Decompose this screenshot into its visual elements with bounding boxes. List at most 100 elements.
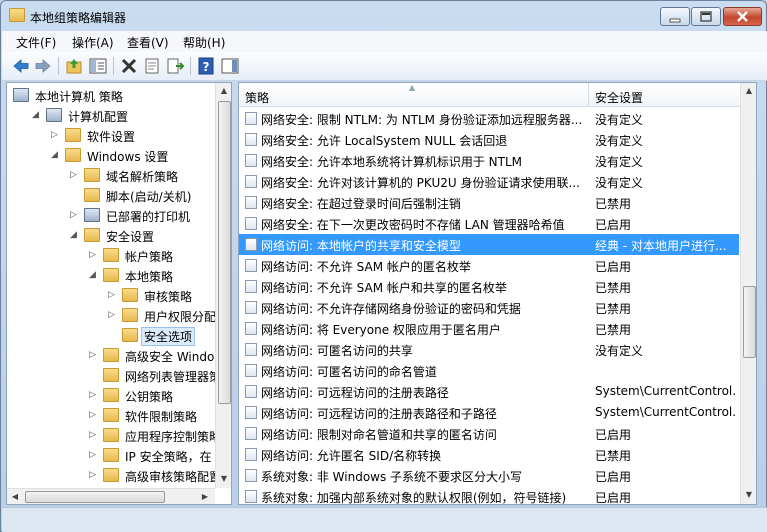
back-arrow-icon[interactable] [11, 56, 31, 76]
folder-lock-icon [103, 268, 119, 282]
list-vertical-scrollbar[interactable]: ▲ ▼ [740, 83, 756, 504]
menu-action[interactable]: 操作(A) [72, 34, 114, 51]
expand-arrow-icon[interactable]: ▷ [89, 450, 99, 460]
tree-vertical-scrollbar[interactable]: ▲ ▼ [215, 83, 231, 488]
table-row[interactable]: 网络访问: 不允许存储网络身份验证的密码和凭据 已禁用 [239, 297, 739, 318]
expand-arrow-icon[interactable]: ▷ [89, 390, 99, 400]
scroll-up-button[interactable]: ▲ [216, 83, 231, 99]
security-icon [84, 228, 100, 242]
properties-icon[interactable] [142, 56, 162, 76]
policy-name: 网络访问: 将 Everyone 权限应用于匿名用户 [261, 323, 501, 337]
table-row[interactable]: 网络访问: 限制对命名管道和共享的匿名访问 已启用 [239, 423, 739, 444]
expand-arrow-icon[interactable]: ▷ [89, 250, 99, 260]
table-row[interactable]: 网络安全: 允许 LocalSystem NULL 会话回退 没有定义 [239, 129, 739, 150]
gpedit-window: 本地组策略编辑器 文件(F) 操作(A) 查看(V) 帮助(H) ? 本地计算机… [0, 0, 767, 532]
table-row[interactable]: 网络访问: 允许匿名 SID/名称转换 已禁用 [239, 444, 739, 465]
no-arrow [108, 330, 118, 340]
table-row[interactable]: 网络访问: 可远程访问的注册表路径和子路径 System\CurrentContr… [239, 402, 739, 423]
menu-view[interactable]: 查看(V) [127, 34, 169, 51]
scroll-right-button[interactable]: ▶ [197, 489, 213, 504]
tree-item-label: Windows 设置 [87, 150, 169, 164]
scroll-thumb[interactable] [25, 491, 165, 503]
table-row[interactable]: 网络访问: 可匿名访问的命名管道 [239, 360, 739, 381]
table-row[interactable]: 网络访问: 可匿名访问的共享 没有定义 [239, 339, 739, 360]
collapse-arrow-icon[interactable]: ◢ [51, 150, 61, 160]
policy-name: 网络安全: 允许对该计算机的 PKU2U 身份验证请求使用联... [261, 176, 580, 190]
expand-arrow-icon[interactable]: ▷ [89, 430, 99, 440]
table-row[interactable]: 网络访问: 可远程访问的注册表路径 System\CurrentControl..… [239, 381, 739, 402]
table-row[interactable]: 网络安全: 限制 NTLM: 为 NTLM 身份验证添加远程服务器... 没有定义 [239, 108, 739, 129]
export-list-icon[interactable] [165, 56, 185, 76]
maximize-button[interactable] [691, 7, 721, 26]
expand-arrow-icon[interactable]: ▷ [108, 310, 118, 320]
policy-icon [245, 175, 257, 188]
title-bar[interactable]: 本地组策略编辑器 [1, 1, 766, 31]
table-row[interactable]: 网络访问: 不允许 SAM 帐户的匿名枚举 已启用 [239, 255, 739, 276]
collapse-arrow-icon[interactable]: ◢ [89, 270, 99, 280]
sort-ascending-icon: ▲ [409, 83, 416, 92]
policy-name: 网络安全: 在超过登录时间后强制注销 [261, 197, 461, 211]
expand-arrow-icon[interactable]: ▷ [89, 410, 99, 420]
policy-setting: 已禁用 [595, 449, 632, 463]
policy-name: 网络访问: 限制对命名管道和共享的匿名访问 [261, 428, 497, 442]
minimize-button[interactable] [660, 7, 690, 26]
scroll-left-button[interactable]: ◀ [7, 489, 23, 504]
expand-arrow-icon[interactable]: ▷ [108, 290, 118, 300]
policy-icon [245, 406, 257, 419]
menu-bar: 文件(F) 操作(A) 查看(V) 帮助(H) [2, 31, 767, 52]
expand-arrow-icon[interactable]: ▷ [70, 210, 80, 220]
table-row[interactable]: 系统对象: 加强内部系统对象的默认权限(例如，符号链接) 已启用 [239, 486, 739, 504]
table-row[interactable]: 网络访问: 将 Everyone 权限应用于匿名用户 已禁用 [239, 318, 739, 339]
table-row[interactable]: 网络安全: 在超过登录时间后强制注销 已禁用 [239, 192, 739, 213]
table-row[interactable]: 网络安全: 允许对该计算机的 PKU2U 身份验证请求使用联... 没有定义 [239, 171, 739, 192]
computer-policy-icon [13, 88, 29, 102]
scroll-down-button[interactable]: ▼ [741, 487, 756, 503]
policy-name: 网络访问: 可远程访问的注册表路径和子路径 [261, 407, 497, 421]
expand-arrow-icon[interactable]: ▷ [70, 170, 80, 180]
scroll-up-button[interactable]: ▲ [741, 83, 756, 99]
table-row[interactable]: 网络安全: 在下一次更改密码时不存储 LAN 管理器哈希值 已启用 [239, 213, 739, 234]
up-folder-icon[interactable] [64, 56, 84, 76]
expand-arrow-icon[interactable]: ▷ [89, 470, 99, 480]
dns-policy-icon [84, 168, 100, 182]
policy-setting: 已启用 [595, 218, 632, 232]
collapse-arrow-icon[interactable]: ◢ [32, 110, 42, 120]
scroll-down-button[interactable]: ▼ [216, 471, 231, 487]
policy-name: 网络访问: 本地帐户的共享和安全模型 [261, 239, 461, 253]
expand-arrow-icon[interactable]: ▷ [51, 130, 61, 140]
column-header-setting[interactable]: 安全设置 [589, 83, 740, 107]
forward-arrow-icon[interactable] [33, 56, 53, 76]
show-console-icon[interactable] [220, 56, 240, 76]
column-header-policy[interactable]: 策略 ▲ [239, 83, 589, 107]
tree-item-label: 应用程序控制策略 [125, 430, 222, 444]
folder-icon [103, 388, 119, 402]
scroll-thumb[interactable] [743, 286, 756, 358]
policy-setting: 已禁用 [595, 281, 632, 295]
expand-arrow-icon[interactable]: ▷ [89, 350, 99, 360]
help-icon[interactable]: ? [196, 56, 216, 76]
policy-name: 网络访问: 可匿名访问的共享 [261, 344, 413, 358]
policy-setting: System\CurrentControl... [595, 405, 737, 419]
status-bar [2, 507, 767, 532]
policy-name: 网络访问: 可远程访问的注册表路径 [261, 386, 449, 400]
scroll-thumb[interactable] [218, 101, 231, 404]
menu-help[interactable]: 帮助(H) [183, 34, 225, 51]
table-row[interactable]: 网络访问: 不允许 SAM 帐户和共享的匿名枚举 已禁用 [239, 276, 739, 297]
folder-icon [65, 148, 81, 162]
tree-horizontal-scrollbar[interactable]: ◀ ▶ [7, 488, 215, 504]
tree-item-label: 用户权限分配 [144, 310, 217, 324]
table-row[interactable]: 网络安全: 允许本地系统将计算机标识用于 NTLM 没有定义 [239, 150, 739, 171]
tree-item-label: 安全设置 [106, 230, 155, 244]
delete-icon[interactable] [119, 56, 139, 76]
policy-icon [245, 133, 257, 146]
collapse-arrow-icon[interactable]: ◢ [70, 230, 80, 240]
policy-icon [245, 112, 257, 125]
tree-item-label: 域名解析策略 [106, 170, 179, 184]
menu-file[interactable]: 文件(F) [16, 34, 56, 51]
policy-name: 网络安全: 允许本地系统将计算机标识用于 NTLM [261, 155, 523, 169]
close-button[interactable] [723, 7, 762, 26]
show-hide-tree-icon[interactable] [88, 56, 108, 76]
table-row[interactable]: 网络访问: 本地帐户的共享和安全模型 经典 - 对本地用户进行... [239, 234, 739, 255]
table-row[interactable]: 系统对象: 非 Windows 子系统不要求区分大小写 已启用 [239, 465, 739, 486]
policy-icon [245, 154, 257, 167]
